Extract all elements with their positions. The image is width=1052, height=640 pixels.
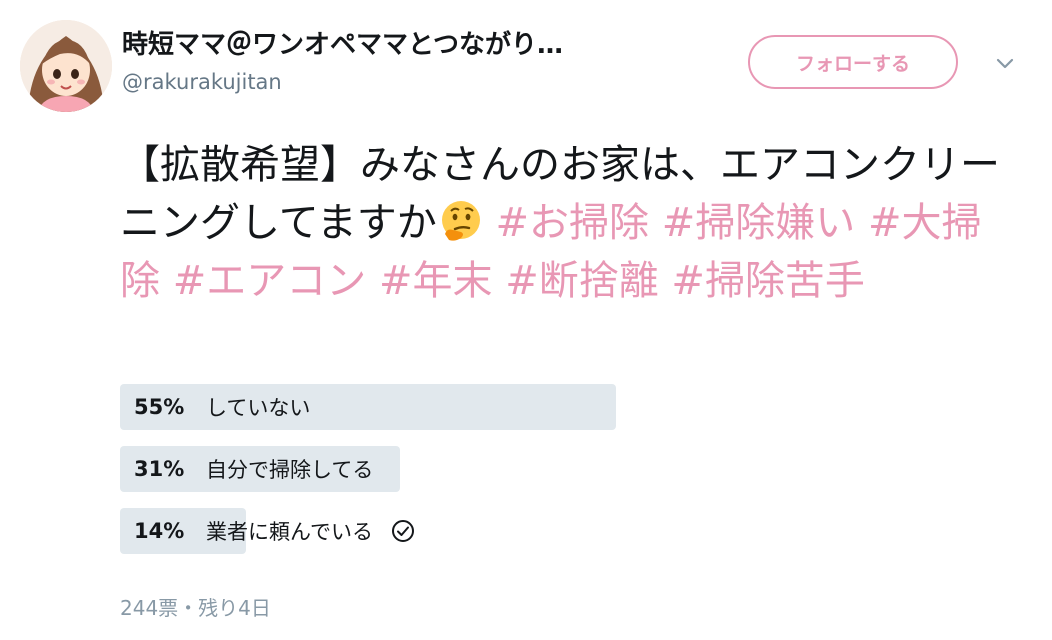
hashtag[interactable]: #エアコン	[173, 258, 367, 304]
hashtag[interactable]: #お掃除	[496, 200, 650, 246]
display-name[interactable]: 時短ママ＠ワンオペママとつながり…	[122, 24, 563, 61]
chevron-down-icon[interactable]	[994, 52, 1016, 74]
poll: 55% していない 31% 自分で掃除してる 14% 業者に頼んでいる	[120, 384, 880, 570]
poll-percent: 55%	[134, 395, 185, 419]
thinking-face-icon	[441, 201, 480, 241]
poll-meta: 244票・残り4日	[120, 596, 271, 620]
hashtag[interactable]: #年末	[379, 258, 493, 304]
poll-percent: 31%	[134, 457, 185, 481]
poll-option: 31% 自分で掃除してる	[120, 446, 880, 492]
poll-option: 55% していない	[120, 384, 880, 430]
poll-option-label: していない	[206, 396, 311, 420]
poll-option-label: 自分で掃除してる	[206, 458, 374, 482]
hashtag[interactable]: #掃除嫌い	[662, 200, 856, 246]
tweet-text: 【拡散希望】みなさんのお家は、エアコンクリーニングしてますか #お掃除 #掃除嫌…	[120, 136, 1010, 310]
avatar[interactable]	[20, 20, 112, 112]
hashtag[interactable]: #断捨離	[505, 258, 659, 304]
avatar-illustration-icon	[20, 20, 112, 112]
user-handle[interactable]: @rakurakujitan	[122, 70, 282, 94]
check-circle-icon	[391, 520, 414, 542]
poll-option-label: 業者に頼んでいる	[206, 520, 373, 544]
poll-option: 14% 業者に頼んでいる	[120, 508, 880, 554]
poll-percent: 14%	[134, 519, 185, 543]
hashtag[interactable]: #掃除苦手	[671, 258, 865, 304]
follow-button[interactable]: フォローする	[748, 35, 958, 89]
